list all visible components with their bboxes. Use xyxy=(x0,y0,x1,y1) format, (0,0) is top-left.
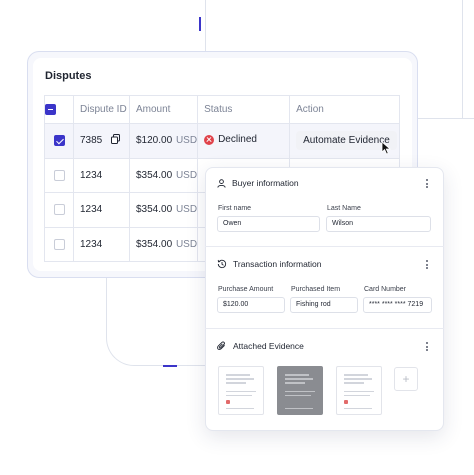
section-divider xyxy=(205,328,444,329)
row-checkbox[interactable] xyxy=(53,238,65,250)
history-icon xyxy=(217,259,227,269)
evidence-thumbnail-selected[interactable] xyxy=(277,366,323,415)
disputes-title: Disputes xyxy=(45,70,92,82)
buyer-section-title: Buyer information xyxy=(232,178,299,188)
cursor-icon xyxy=(381,141,391,155)
amount-value: $354.00 xyxy=(136,204,173,216)
status-cell: Declined xyxy=(197,123,291,159)
row-checkbox-cell xyxy=(44,192,74,228)
dispute-id-cell: 1234 xyxy=(73,192,130,228)
dispute-id-cell: 1234 xyxy=(73,227,130,262)
amount-value: $354.00 xyxy=(136,238,173,250)
purchase-amount-field[interactable]: $120.00 xyxy=(217,297,285,313)
row-checkbox[interactable] xyxy=(53,135,65,147)
status-badge: Declined xyxy=(204,134,257,145)
buyer-menu-icon[interactable] xyxy=(426,179,428,188)
currency-label: USD xyxy=(175,204,198,216)
first-name-label: First name xyxy=(218,205,252,212)
amount-cell: $354.00 USD xyxy=(129,192,199,228)
attachments-menu-icon[interactable] xyxy=(426,342,428,351)
bg-line-vertical xyxy=(205,0,206,51)
select-all-cell xyxy=(44,95,74,124)
evidence-thumbnail[interactable] xyxy=(218,366,264,415)
amount-value: $120.00 xyxy=(136,135,173,147)
paperclip-icon xyxy=(217,341,225,350)
row-checkbox-cell xyxy=(44,158,74,193)
table-header-row: Dispute ID Amount Status Action xyxy=(44,95,400,124)
purchased-item-field[interactable]: Fishing rod xyxy=(290,297,358,313)
column-header-amount[interactable]: Amount xyxy=(129,95,199,124)
currency-label: USD xyxy=(175,135,198,147)
dispute-id-cell: 1234 xyxy=(73,158,130,193)
purchase-amount-label: Purchase Amount xyxy=(218,286,274,293)
attachments-section-header: Attached Evidence xyxy=(217,341,304,351)
card-number-label: Card Number xyxy=(364,286,407,293)
card-number-field[interactable]: **** **** **** 7219 xyxy=(363,297,432,313)
evidence-thumbnail[interactable] xyxy=(336,366,382,415)
transaction-section-header: Transaction information xyxy=(217,259,322,269)
row-checkbox-cell xyxy=(44,227,74,262)
attachments-section-title: Attached Evidence xyxy=(233,341,304,351)
purchased-item-label: Purchased Item xyxy=(291,286,341,293)
currency-label: USD xyxy=(175,238,198,250)
column-header-dispute-id[interactable]: Dispute ID xyxy=(73,95,130,124)
select-all-checkbox[interactable] xyxy=(45,103,56,115)
copy-icon[interactable] xyxy=(111,134,121,147)
section-divider xyxy=(205,246,444,247)
bg-accent-bottom xyxy=(163,365,177,367)
bg-line-right xyxy=(418,118,474,119)
status-label: Declined xyxy=(218,134,257,145)
add-evidence-button[interactable]: + xyxy=(394,367,418,391)
bg-line-right-vertical xyxy=(462,0,463,118)
amount-cell: $120.00 USD xyxy=(129,123,199,159)
row-checkbox[interactable] xyxy=(53,204,65,216)
dispute-id: 7385 xyxy=(80,135,103,147)
last-name-label: Last Name xyxy=(327,205,361,212)
declined-icon xyxy=(204,134,215,145)
user-icon xyxy=(217,178,226,188)
transaction-menu-icon[interactable] xyxy=(426,260,428,269)
buyer-section-header: Buyer information xyxy=(217,178,299,188)
dispute-id-cell: 7385 xyxy=(73,123,130,159)
bg-accent-top xyxy=(199,17,201,31)
amount-cell: $354.00 USD xyxy=(129,158,199,193)
column-header-status[interactable]: Status xyxy=(197,95,291,124)
row-checkbox[interactable] xyxy=(53,169,65,181)
currency-label: USD xyxy=(175,169,198,181)
column-header-action[interactable]: Action xyxy=(289,95,400,124)
amount-value: $354.00 xyxy=(136,169,173,181)
first-name-field[interactable]: Owen xyxy=(217,216,320,232)
transaction-section-title: Transaction information xyxy=(233,259,322,269)
amount-cell: $354.00 USD xyxy=(129,227,199,262)
row-checkbox-cell xyxy=(44,123,74,159)
table-row[interactable]: 7385 $120.00 USD Declined Automate Evide… xyxy=(44,123,400,159)
last-name-field[interactable]: Wilson xyxy=(326,216,431,232)
